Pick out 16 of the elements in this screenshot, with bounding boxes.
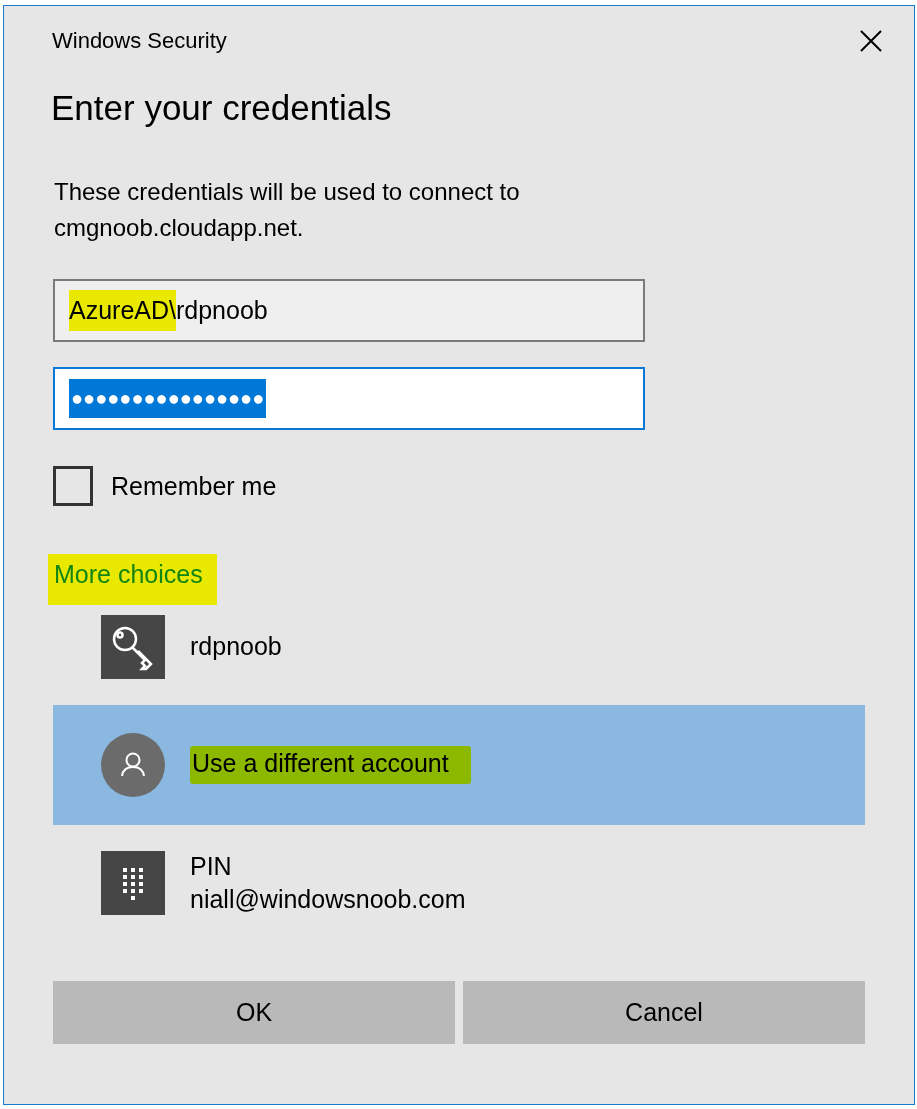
cancel-button[interactable]: Cancel <box>463 981 865 1044</box>
ok-button[interactable]: OK <box>53 981 455 1044</box>
password-field[interactable]: ●●●●●●●●●●●●●●●● <box>53 367 645 430</box>
checkbox-label: Remember me <box>111 471 277 501</box>
user-avatar-icon <box>101 733 165 797</box>
account-option[interactable]: PIN niall@windowsnoob.com <box>53 851 865 915</box>
remember-checkbox[interactable] <box>53 466 93 506</box>
close-icon[interactable] <box>858 28 884 54</box>
account-option[interactable]: Use a different account <box>53 705 865 825</box>
more-choices-link[interactable]: More choices <box>48 554 217 605</box>
description-text: These credentials will be used to connect to cmgnoob.cloudapp.net. <box>54 177 521 243</box>
account-option[interactable]: rdpnoob <box>53 615 865 679</box>
keypad-icon <box>101 851 165 915</box>
window-title: Windows Security <box>52 28 227 54</box>
key-icon <box>101 615 165 679</box>
dialog-heading: Enter your credentials <box>51 88 393 128</box>
